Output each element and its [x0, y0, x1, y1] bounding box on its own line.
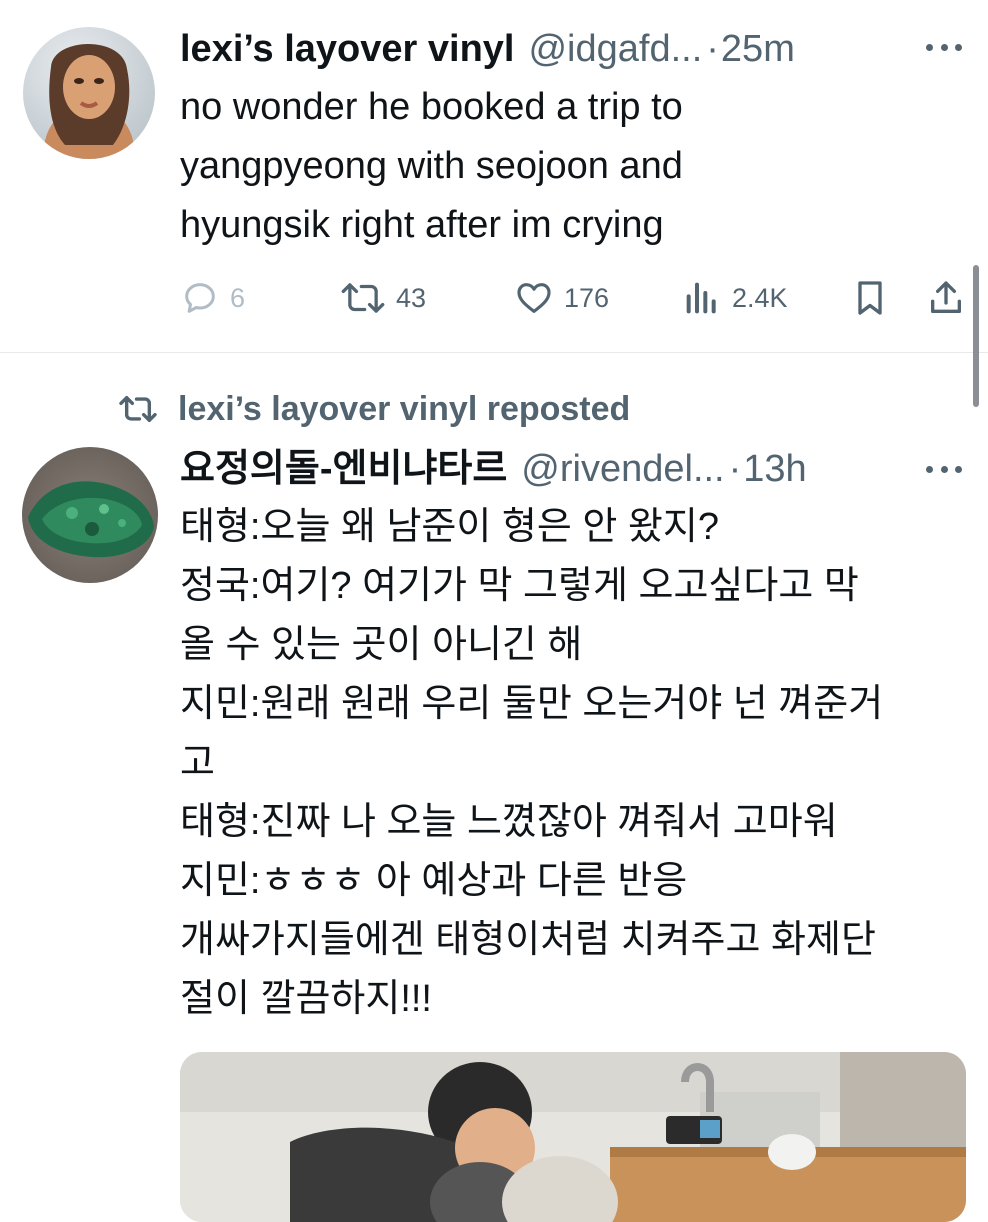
repost-count: 43: [396, 282, 427, 313]
tweet-media[interactable]: [180, 1052, 966, 1222]
scrollbar[interactable]: [973, 265, 979, 407]
tweet-text: 태형:오늘 왜 남준이 형은 안 왔지? 정국:여기? 여기가 막 그렇게 오고싶…: [180, 498, 958, 1029]
repost-banner: lexi’s layover vinyl reposted: [116, 384, 630, 434]
media-image: [180, 1052, 966, 1222]
tweet-text-line: 태형:오늘 왜 남준이 형은 안 왔지?: [180, 506, 719, 548]
action-bar: 6 43 176 2.4K: [180, 270, 970, 326]
views-icon: [686, 282, 716, 314]
avatar[interactable]: [23, 27, 155, 159]
like-button[interactable]: 176: [514, 270, 609, 326]
tweet-text-line: 절이 깔끔하지!!!: [180, 978, 432, 1020]
repost-banner-text[interactable]: lexi’s layover vinyl reposted: [178, 390, 630, 429]
tweet-text: no wonder he booked a trip to yangpyeong …: [180, 78, 958, 255]
share-icon: [931, 281, 961, 313]
timestamp[interactable]: 25m: [721, 24, 795, 74]
tweet-text-line: 올 수 있는 곳이 아니긴 해: [180, 624, 583, 666]
tweet-text-line: 태형:진짜 나 오늘 느꼈잖아 껴줘서 고마워: [180, 801, 838, 843]
author-name[interactable]: 요정의돌-엔비냐타르: [180, 444, 507, 494]
more-icon[interactable]: [926, 454, 962, 484]
author-name[interactable]: lexi’s layover vinyl: [180, 24, 514, 74]
tweet-header: lexi’s layover vinyl @idgafd... · 25m: [180, 24, 958, 74]
tweet-text-line: yangpyeong with seojoon and: [180, 145, 683, 187]
reply-count: 6: [230, 282, 246, 313]
tweet-text-line: hyungsik right after im crying: [180, 204, 664, 246]
like-count: 176: [564, 282, 610, 313]
avatar[interactable]: [22, 447, 158, 583]
repost-icon: [119, 395, 157, 423]
tweet-text-line: 지민:ㅎㅎㅎ 아 예상과 다른 반응: [180, 860, 688, 902]
repost-icon: [341, 283, 385, 313]
author-handle[interactable]: @rivendel...: [521, 444, 724, 494]
avatar-image: [22, 447, 158, 583]
views-button[interactable]: 2.4K: [682, 270, 788, 326]
tweet-text-line: 정국:여기? 여기가 막 그렇게 오고싶다고 막: [180, 565, 859, 607]
heart-icon: [517, 283, 551, 313]
reply-button[interactable]: 6: [180, 270, 245, 326]
separator-dot: ·: [706, 28, 719, 70]
tweet-text-line: 개싸가지들에겐 태형이처럼 치켜주고 화제단: [180, 919, 876, 961]
tweet-text-line: 고: [180, 742, 215, 784]
tweet-header: 요정의돌-엔비냐타르 @rivendel... · 13h: [180, 444, 958, 494]
more-icon[interactable]: [926, 32, 962, 62]
repost-button[interactable]: 43: [340, 270, 426, 326]
author-handle[interactable]: @idgafd...: [528, 24, 702, 74]
avatar-image: [23, 27, 155, 159]
timestamp[interactable]: 13h: [743, 444, 806, 494]
separator-dot: ·: [728, 448, 742, 490]
views-count: 2.4K: [732, 282, 788, 313]
share-button[interactable]: [926, 270, 966, 326]
tweet-1[interactable]: lexi’s layover vinyl @idgafd... · 25m no…: [0, 0, 988, 352]
bookmark-button[interactable]: [850, 270, 890, 326]
tweet-text-line: 지민:원래 원래 우리 둘만 오는거야 넌 껴준거: [180, 683, 884, 725]
reply-icon: [185, 283, 215, 313]
tweet-text-line: no wonder he booked a trip to: [180, 86, 683, 128]
tweet-divider: [0, 352, 988, 353]
bookmark-icon: [858, 281, 882, 315]
